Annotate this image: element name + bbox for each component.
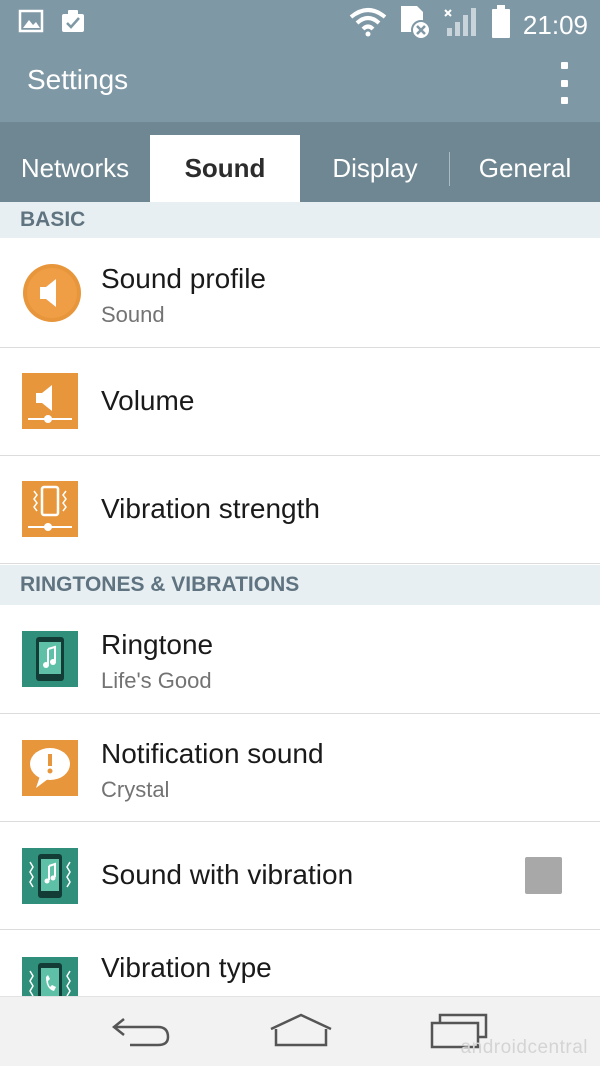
signal-icon <box>443 6 479 43</box>
item-title: Sound profile <box>101 263 267 294</box>
tab-bar: Networks Sound Display General <box>0 122 600 202</box>
item-subtitle: Sound <box>101 302 165 327</box>
tab-display[interactable]: Display <box>300 135 450 202</box>
watermark: androidcentral <box>460 1037 588 1058</box>
list-item-volume[interactable]: Volume <box>0 348 600 456</box>
ringtone-icon <box>22 631 78 687</box>
tab-networks[interactable]: Networks <box>0 135 150 202</box>
notification-bubble-icon <box>22 740 78 796</box>
back-icon[interactable] <box>110 1011 174 1056</box>
page-title: Settings <box>27 64 129 95</box>
list-item-vibration-type[interactable]: Vibration type <box>0 930 600 996</box>
overflow-menu-icon[interactable] <box>554 62 574 104</box>
sim-error-icon <box>399 4 431 45</box>
tab-sound[interactable]: Sound <box>150 135 300 202</box>
item-title: Vibration type <box>101 952 272 983</box>
item-subtitle: Crystal <box>101 777 170 802</box>
item-title: Ringtone <box>101 629 214 660</box>
list-item-notification-sound[interactable]: Notification sound Crystal <box>0 714 600 822</box>
wifi-icon <box>349 7 387 42</box>
app-bar: Settings <box>0 44 600 122</box>
item-title: Volume <box>101 385 195 416</box>
status-bar: 21:09 <box>0 0 600 44</box>
sound-vibration-icon <box>22 848 78 904</box>
list-item-sound-with-vibration[interactable]: Sound with vibration <box>0 822 600 930</box>
sound-with-vibration-checkbox[interactable] <box>525 857 562 894</box>
status-time: 21:09 <box>522 9 588 40</box>
vibration-strength-icon <box>22 481 78 537</box>
item-title: Vibration strength <box>101 493 320 524</box>
volume-icon <box>22 373 78 429</box>
clipboard-check-icon <box>60 8 86 39</box>
gallery-icon <box>18 8 44 39</box>
navigation-bar: androidcentral <box>0 996 600 1066</box>
list-item-ringtone[interactable]: Ringtone Life's Good <box>0 605 600 714</box>
home-icon[interactable] <box>268 1011 334 1056</box>
battery-icon <box>491 5 511 44</box>
section-header-basic: BASIC <box>0 202 600 238</box>
item-subtitle: Life's Good <box>101 668 212 693</box>
vibration-type-icon <box>22 957 78 996</box>
list-item-sound-profile[interactable]: Sound profile Sound <box>0 238 600 348</box>
item-title: Notification sound <box>101 738 324 769</box>
speaker-circle-icon <box>22 263 81 322</box>
item-title: Sound with vibration <box>101 859 354 890</box>
section-header-ringtones: RINGTONES & VIBRATIONS <box>0 565 600 605</box>
tab-general[interactable]: General <box>450 135 600 202</box>
list-item-vibration-strength[interactable]: Vibration strength <box>0 456 600 564</box>
